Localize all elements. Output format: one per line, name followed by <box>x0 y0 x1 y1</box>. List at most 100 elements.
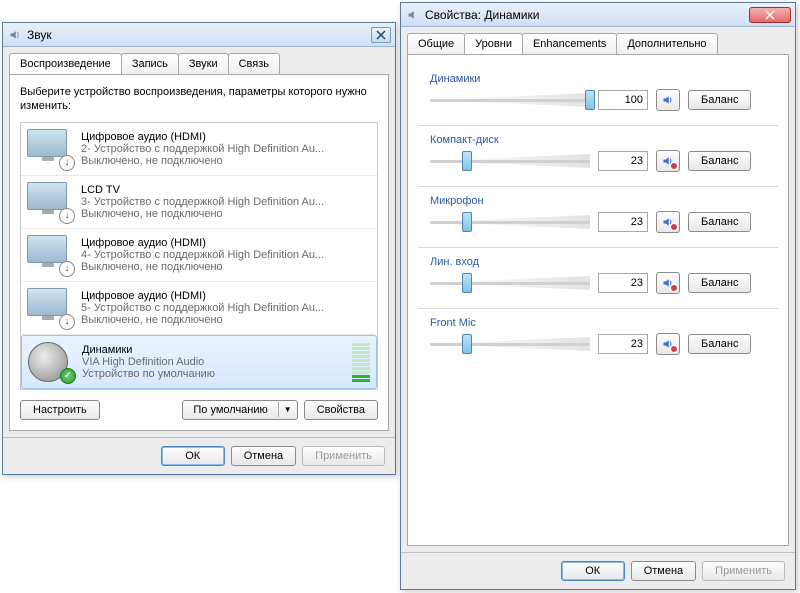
tab-дополнительно[interactable]: Дополнительно <box>616 33 717 54</box>
device-status: Устройство по умолчанию <box>82 368 346 380</box>
level-group: Компакт-диск Баланс <box>418 134 778 187</box>
sound-window: Звук ВоспроизведениеЗаписьЗвукиСвязь Выб… <box>2 22 396 475</box>
balance-button[interactable]: Баланс <box>688 212 751 232</box>
tab-enhancements[interactable]: Enhancements <box>522 33 617 54</box>
mute-button[interactable] <box>656 150 680 172</box>
close-button[interactable] <box>371 27 391 43</box>
tabs-bar: ВоспроизведениеЗаписьЗвукиСвязь <box>3 47 395 74</box>
device-row[interactable]: ✓ ДинамикиVIA High Definition AudioУстрой… <box>21 335 377 389</box>
apply-button[interactable]: Применить <box>702 561 785 581</box>
ok-button[interactable]: ОК <box>561 561 625 581</box>
footer-buttons: ОК Отмена Применить <box>401 552 795 589</box>
configure-button[interactable]: Настроить <box>20 400 100 420</box>
tab-общие[interactable]: Общие <box>407 33 465 54</box>
device-title: Цифровое аудио (HDMI) <box>81 237 371 249</box>
balance-button[interactable]: Баланс <box>688 334 751 354</box>
properties-button[interactable]: Свойства <box>304 400 378 420</box>
chevron-down-icon[interactable]: ▼ <box>278 402 297 417</box>
titlebar[interactable]: Свойства: Динамики <box>401 3 795 27</box>
instruction-text: Выберите устройство воспроизведения, пар… <box>20 85 378 114</box>
level-group: Front Mic Баланс <box>418 317 778 369</box>
level-group: Динамики Баланс <box>418 73 778 126</box>
mute-button[interactable] <box>656 333 680 355</box>
tab-звуки[interactable]: Звуки <box>178 53 229 74</box>
tabs-bar: ОбщиеУровниEnhancementsДополнительно <box>401 27 795 54</box>
arrow-down-icon: ↓ <box>59 208 75 224</box>
device-title: Цифровое аудио (HDMI) <box>81 290 371 302</box>
cancel-button[interactable]: Отмена <box>631 561 696 581</box>
apply-button[interactable]: Применить <box>302 446 385 466</box>
device-status: Выключено, не подключено <box>81 261 371 273</box>
titlebar[interactable]: Звук <box>3 23 395 47</box>
device-status: Выключено, не подключено <box>81 314 371 326</box>
muted-indicator-icon <box>670 223 678 231</box>
muted-indicator-icon <box>670 284 678 292</box>
close-button[interactable] <box>749 7 791 23</box>
cancel-button[interactable]: Отмена <box>231 446 296 466</box>
level-group: МикрофонБаланс <box>418 195 778 248</box>
level-name: Динамики <box>430 73 766 85</box>
device-status: Выключено, не подключено <box>81 208 371 220</box>
device-subtitle: 5- Устройство с поддержкой High Definiti… <box>81 302 371 314</box>
volume-value-input[interactable] <box>598 212 648 232</box>
device-subtitle: 2- Устройство с поддержкой High Definiti… <box>81 143 371 155</box>
monitor-icon: ↓ <box>27 129 73 169</box>
tab-воспроизведение[interactable]: Воспроизведение <box>9 53 122 74</box>
balance-button[interactable]: Баланс <box>688 151 751 171</box>
volume-slider[interactable] <box>430 212 590 232</box>
device-title: Динамики <box>82 344 346 356</box>
arrow-down-icon: ↓ <box>59 261 75 277</box>
volume-value-input[interactable] <box>598 334 648 354</box>
device-subtitle: 3- Устройство с поддержкой High Definiti… <box>81 196 371 208</box>
mute-button[interactable] <box>656 211 680 233</box>
check-icon: ✓ <box>60 368 76 384</box>
device-row[interactable]: ↓ Цифровое аудио (HDMI)5- Устройство с по… <box>21 282 377 335</box>
muted-indicator-icon <box>670 345 678 353</box>
level-group: Лин. входБаланс <box>418 256 778 309</box>
device-list: ↓Цифровое аудио (HDMI)2- Устройство с по… <box>20 122 378 390</box>
mute-button[interactable] <box>656 89 680 111</box>
volume-slider[interactable] <box>430 90 590 110</box>
slider-thumb[interactable] <box>462 334 472 354</box>
tab-запись[interactable]: Запись <box>121 53 179 74</box>
slider-thumb[interactable] <box>462 273 472 293</box>
device-row[interactable]: ↓ Цифровое аудио (HDMI)2- Устройство с по… <box>21 123 377 176</box>
arrow-down-icon: ↓ <box>59 155 75 171</box>
tab-levels-body: ДинамикиБалансКомпакт-дискБалансМикрофон… <box>407 54 789 546</box>
device-title: Цифровое аудио (HDMI) <box>81 131 371 143</box>
set-default-button[interactable]: По умолчанию ▼ <box>182 400 297 420</box>
device-row[interactable]: ↓ Цифровое аудио (HDMI)4- Устройство с по… <box>21 229 377 282</box>
device-subtitle: VIA High Definition Audio <box>82 356 346 368</box>
volume-value-input[interactable] <box>598 151 648 171</box>
volume-slider[interactable] <box>430 273 590 293</box>
device-title: LCD TV <box>81 184 371 196</box>
balance-button[interactable]: Баланс <box>688 90 751 110</box>
volume-value-input[interactable] <box>598 90 648 110</box>
arrow-down-icon: ↓ <box>59 314 75 330</box>
properties-window: Свойства: Динамики ОбщиеУровниEnhancemen… <box>400 2 796 590</box>
device-subtitle: 4- Устройство с поддержкой High Definiti… <box>81 249 371 261</box>
device-status: Выключено, не подключено <box>81 155 371 167</box>
volume-slider[interactable] <box>430 334 590 354</box>
speaker-icon <box>405 7 421 23</box>
slider-thumb[interactable] <box>585 90 595 110</box>
set-default-label: По умолчанию <box>183 401 277 419</box>
tab-связь[interactable]: Связь <box>228 53 280 74</box>
slider-thumb[interactable] <box>462 151 472 171</box>
speaker-icon: ✓ <box>28 342 74 382</box>
volume-slider[interactable] <box>430 151 590 171</box>
level-name: Front Mic <box>430 317 766 329</box>
device-row[interactable]: ↓ LCD TV3- Устройство с поддержкой High D… <box>21 176 377 229</box>
lower-buttons: Настроить По умолчанию ▼ Свойства <box>20 400 378 420</box>
mute-button[interactable] <box>656 272 680 294</box>
balance-button[interactable]: Баланс <box>688 273 751 293</box>
ok-button[interactable]: ОК <box>161 446 225 466</box>
level-meter <box>352 342 370 382</box>
tab-уровни[interactable]: Уровни <box>464 33 523 54</box>
monitor-icon: ↓ <box>27 182 73 222</box>
window-title: Свойства: Динамики <box>425 8 749 22</box>
volume-value-input[interactable] <box>598 273 648 293</box>
level-name: Компакт-диск <box>430 134 766 146</box>
footer-buttons: ОК Отмена Применить <box>3 437 395 474</box>
slider-thumb[interactable] <box>462 212 472 232</box>
